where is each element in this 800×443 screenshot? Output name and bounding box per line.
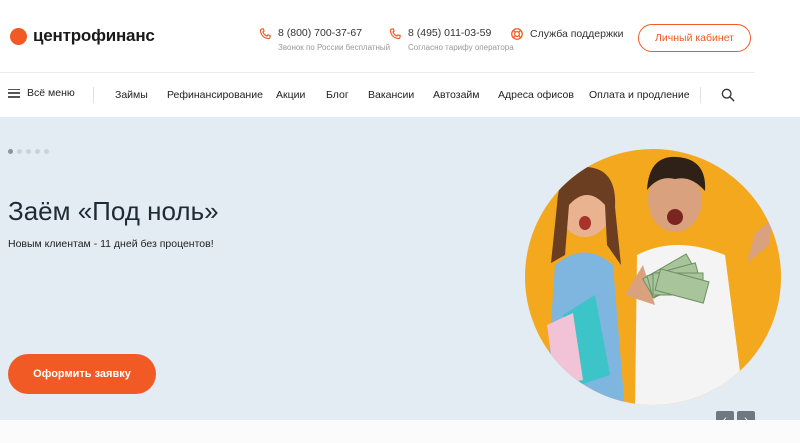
phone-icon	[389, 28, 401, 40]
nav-item-payment[interactable]: Оплата и продление	[589, 89, 690, 101]
phone-number[interactable]: 8 (495) 011-03-59	[408, 27, 514, 39]
promo-banner: Заём «Под ноль» Новым клиентам - 11 дней…	[0, 117, 800, 420]
all-menu-label: Всё меню	[27, 87, 75, 99]
slider-prev-button[interactable]: ‹	[716, 411, 734, 420]
phone-contact-1[interactable]: 8 (800) 700-37-67 Звонок по России беспл…	[258, 27, 390, 54]
slider-dot[interactable]	[44, 149, 49, 154]
hero-image	[525, 149, 781, 405]
phone-number[interactable]: 8 (800) 700-37-67	[278, 27, 390, 39]
lifebuoy-icon	[511, 28, 523, 40]
banner-subtitle: Новым клиентам - 11 дней без процентов!	[8, 238, 214, 250]
slider-next-button[interactable]: ›	[737, 411, 755, 420]
phone-note: Звонок по России бесплатный	[278, 43, 391, 52]
slider-dot[interactable]	[35, 149, 40, 154]
slider-dots	[8, 149, 49, 154]
apply-button[interactable]: Оформить заявку	[8, 354, 156, 394]
nav-item-office-addresses[interactable]: Адреса офисов	[498, 89, 574, 101]
nav-item-loans[interactable]: Займы	[115, 89, 148, 101]
support-label: Служба поддержки	[530, 28, 624, 40]
personal-account-button[interactable]: Личный кабинет	[638, 24, 751, 52]
search-icon[interactable]	[720, 87, 736, 103]
main-nav: Всё меню Займы Рефинансирование Акции Бл…	[0, 73, 800, 117]
all-menu-button[interactable]: Всё меню	[8, 87, 75, 99]
slider-dot[interactable]	[17, 149, 22, 154]
nav-item-refinancing[interactable]: Рефинансирование	[167, 89, 263, 101]
site-header: центрофинанс 8 (800) 700-37-67 Звонок по…	[0, 0, 800, 117]
slider-dot[interactable]	[8, 149, 13, 154]
phone-icon	[259, 28, 271, 40]
burger-icon	[8, 88, 20, 98]
logo-text: центрофинанс	[33, 26, 155, 45]
nav-divider	[93, 87, 94, 103]
page-bottom-strip	[0, 420, 800, 443]
slider-arrows: ‹ ›	[716, 411, 755, 420]
phone-note: Согласно тарифу оператора	[408, 43, 514, 52]
nav-item-blog[interactable]: Блог	[326, 89, 349, 101]
banner-title: Заём «Под ноль»	[8, 196, 219, 226]
nav-item-autoloan[interactable]: Автозайм	[433, 89, 480, 101]
nav-item-promotions[interactable]: Акции	[276, 89, 305, 101]
phone-contact-2[interactable]: 8 (495) 011-03-59 Согласно тарифу операт…	[388, 27, 514, 54]
support-link[interactable]: Служба поддержки	[510, 27, 623, 41]
slider-dot[interactable]	[26, 149, 31, 154]
logo[interactable]: центрофинанс	[10, 26, 155, 46]
logo-dot-icon	[10, 27, 27, 45]
nav-item-vacancies[interactable]: Вакансии	[368, 89, 414, 101]
nav-divider	[700, 87, 701, 103]
